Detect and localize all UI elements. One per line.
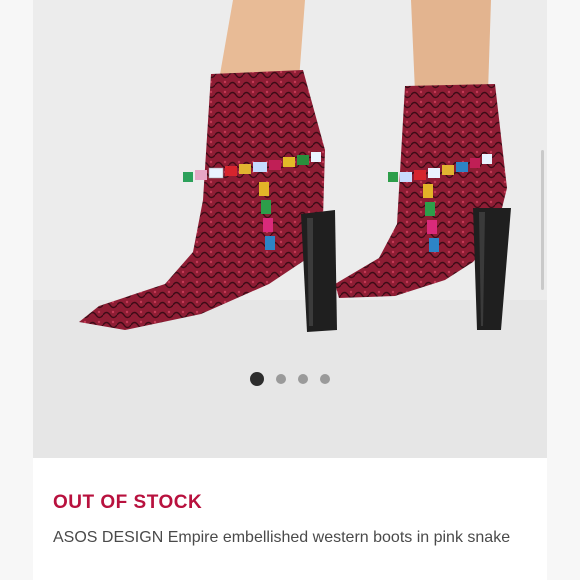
image-pager[interactable]: [33, 372, 547, 386]
left-margin: [0, 0, 33, 580]
pager-dot-4[interactable]: [320, 374, 330, 384]
pager-dot-2[interactable]: [276, 374, 286, 384]
pager-dot-1[interactable]: [250, 372, 264, 386]
right-margin: [547, 0, 580, 580]
product-title: ASOS DESIGN Empire embellished western b…: [53, 529, 511, 546]
pager-dot-3[interactable]: [298, 374, 308, 384]
product-info-card: OUT OF STOCK ASOS DESIGN Empire embellis…: [33, 458, 547, 580]
product-screen: OUT OF STOCK ASOS DESIGN Empire embellis…: [0, 0, 580, 580]
product-photo: [33, 0, 547, 458]
stock-status: OUT OF STOCK: [53, 492, 203, 513]
scroll-indicator: [541, 150, 544, 290]
product-image-gallery[interactable]: [33, 0, 547, 458]
